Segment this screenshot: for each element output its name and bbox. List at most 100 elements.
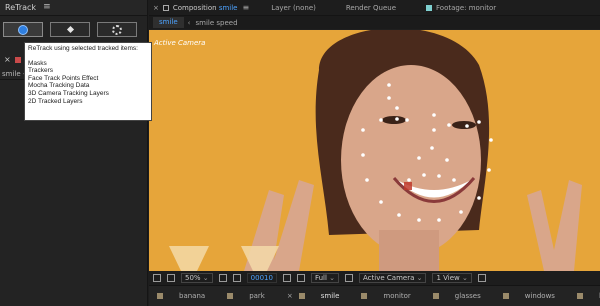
tab-render-queue[interactable]: Render Queue <box>346 4 396 12</box>
track-point <box>379 200 383 204</box>
tab-composition-prefix: Composition <box>172 3 217 12</box>
track-point <box>405 118 409 122</box>
tab-composition-name: smile <box>218 3 238 12</box>
breadcrumb-current[interactable]: smile <box>153 17 184 28</box>
camera-dropdown[interactable]: Active Camera <box>359 273 427 283</box>
track-point <box>489 138 493 142</box>
timecode[interactable]: 00010 <box>246 273 277 283</box>
retrack-button-row <box>3 22 137 37</box>
track-point <box>387 96 391 100</box>
comp-tab-banana[interactable]: banana <box>157 292 205 300</box>
tooltip-item: 3D Camera Tracking Layers <box>28 89 109 97</box>
track-point <box>432 128 436 132</box>
tooltip-item: 2D Tracked Layers <box>28 97 83 105</box>
track-point <box>437 174 441 178</box>
tooltip-item: Trackers <box>28 67 54 75</box>
track-point <box>487 168 491 172</box>
lock-icon[interactable] <box>162 4 169 11</box>
composition-area: × Composition smile ≡ Layer (none) Rende… <box>149 0 600 306</box>
tab-layer[interactable]: Layer (none) <box>271 4 316 12</box>
comp-tab-label: smile <box>320 292 340 300</box>
track-point <box>477 196 481 200</box>
track-point <box>437 218 441 222</box>
comp-tab-smile[interactable]: × smile <box>287 292 340 300</box>
settings-gear-icon <box>112 24 122 35</box>
track-point <box>417 218 421 222</box>
track-point <box>451 188 455 192</box>
camera-snapshot-icon[interactable] <box>282 274 291 282</box>
tooltip-item: Face Track Points Effect <box>28 74 99 82</box>
comp-breadcrumb: smile ‹ smile speed <box>149 16 600 29</box>
close-icon[interactable]: × <box>153 4 159 12</box>
close-icon[interactable]: × <box>4 55 11 64</box>
label-color-swatch <box>14 56 21 63</box>
always-preview-icon[interactable] <box>153 274 161 282</box>
tab-composition[interactable]: Composition smile <box>173 4 238 12</box>
comp-tab-label: monitor <box>383 292 411 300</box>
transparency-grid-icon[interactable] <box>345 274 354 282</box>
view-layout-dropdown[interactable]: 1 View <box>432 273 472 283</box>
comp-tab-label: park <box>249 292 265 300</box>
panel-title: ReTrack <box>5 3 37 12</box>
track-point <box>452 178 456 182</box>
comp-color-swatch <box>227 293 234 299</box>
track-point <box>435 192 439 196</box>
active-camera-label: Active Camera <box>154 39 206 47</box>
comp-tab-windows[interactable]: windows <box>502 292 555 300</box>
composition-viewer[interactable]: Active Camera <box>149 30 600 271</box>
track-point <box>432 113 436 117</box>
face-shape <box>341 65 481 255</box>
track-point <box>422 173 426 177</box>
decorative-shape <box>169 246 209 271</box>
eye-right <box>452 121 476 129</box>
comp-tab-label: windows <box>524 292 555 300</box>
comp-tab-label: glasses <box>454 292 481 300</box>
retrack-panel-header: ReTrack ≡ <box>0 0 147 16</box>
channel-icon[interactable] <box>296 274 305 282</box>
breadcrumb-previous[interactable]: smile speed <box>195 19 237 27</box>
resolution-dropdown[interactable]: Full <box>310 273 340 283</box>
comp-color-swatch <box>432 293 439 299</box>
comp-color-swatch <box>298 293 305 299</box>
track-point <box>477 120 481 124</box>
comp-tab-park[interactable]: park <box>227 292 265 300</box>
track-point <box>417 156 421 160</box>
comp-tab-monitor[interactable]: monitor <box>361 292 411 300</box>
comp-tab-label: banana <box>179 292 206 300</box>
view-options-icon[interactable] <box>477 274 486 282</box>
grid-icon[interactable] <box>218 274 227 282</box>
comp-color-swatch <box>576 293 583 299</box>
track-point <box>395 106 399 110</box>
retrack-button[interactable] <box>3 22 43 37</box>
comp-tab-laptop[interactable]: laptop <box>576 292 600 300</box>
panel-menu-icon[interactable]: ≡ <box>43 3 51 12</box>
viewer-tab-bar: × Composition smile ≡ Layer (none) Rende… <box>149 0 600 16</box>
tab-footage[interactable]: Footage: monitor <box>436 4 496 12</box>
track-point <box>407 178 411 182</box>
footage-swatch <box>426 4 433 11</box>
retrack-tooltip: ReTrack using selected tracked items: Ma… <box>24 42 152 121</box>
track-point <box>361 128 365 132</box>
settings-button[interactable] <box>97 22 137 37</box>
track-point <box>361 153 365 157</box>
zoom-dropdown[interactable]: 50% <box>181 273 213 283</box>
diamond-icon <box>66 25 74 34</box>
tooltip-heading: ReTrack using selected tracked items: <box>28 45 138 52</box>
retrack-logo-icon <box>18 24 28 35</box>
track-point <box>417 190 421 194</box>
viewer-frame <box>169 30 582 271</box>
region-icon[interactable] <box>167 274 175 282</box>
close-icon[interactable]: × <box>287 292 293 300</box>
track-point <box>447 123 451 127</box>
comp-color-swatch <box>157 293 163 299</box>
tab-menu-icon[interactable]: ≡ <box>243 3 250 12</box>
mask-icon[interactable] <box>232 274 241 282</box>
neck-shape <box>379 230 439 271</box>
track-point <box>430 146 434 150</box>
track-point <box>379 118 383 122</box>
comp-tab-glasses[interactable]: glasses <box>432 292 481 300</box>
keyframe-button[interactable] <box>50 22 90 37</box>
track-point <box>465 124 469 128</box>
eye-left <box>382 116 406 124</box>
track-point <box>387 83 391 87</box>
